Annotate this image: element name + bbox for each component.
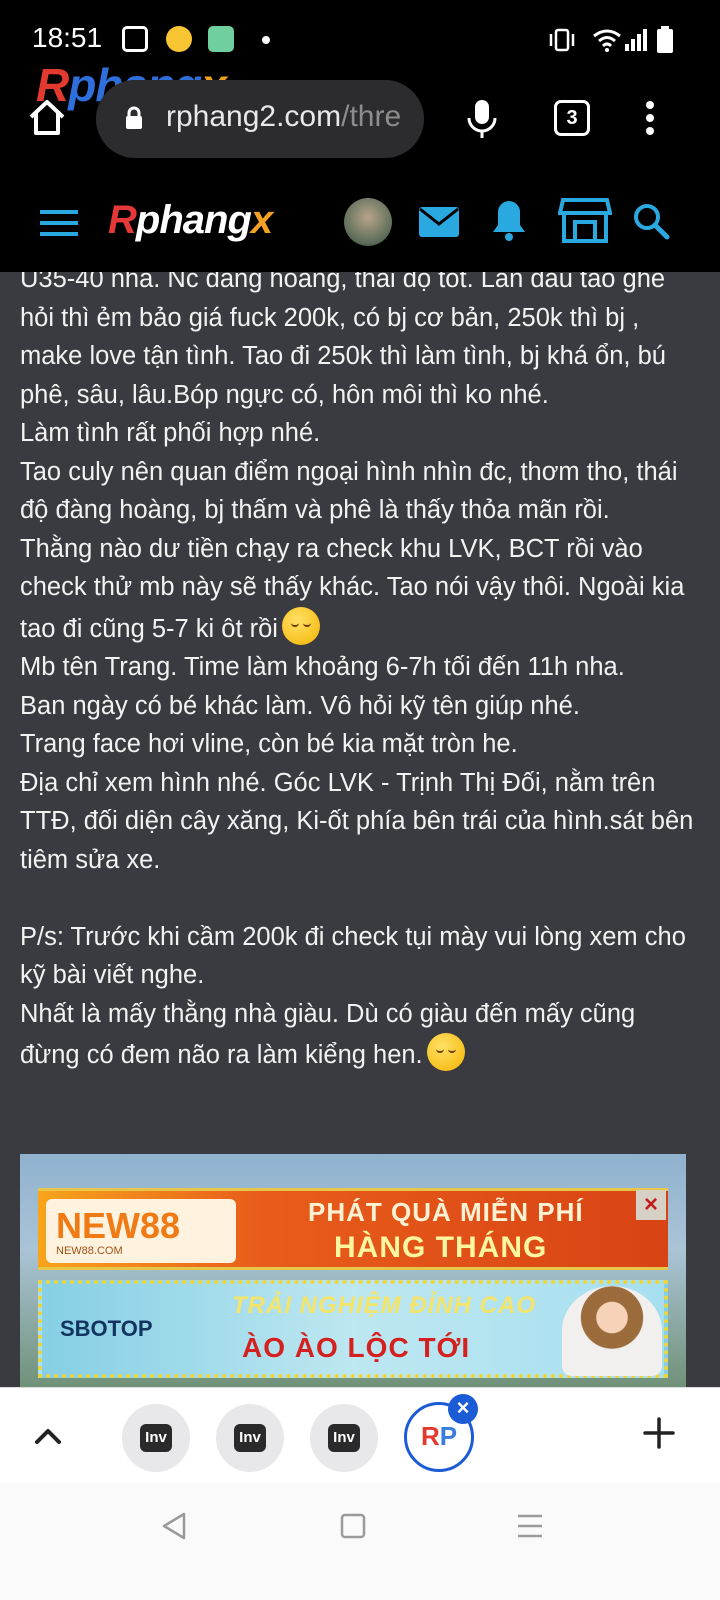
post-paragraph: Địa chỉ xem hình nhé. Góc LVK - Trịnh Th… — [20, 768, 694, 874]
lock-icon — [126, 106, 142, 129]
plus-icon[interactable] — [642, 1416, 676, 1450]
post-paragraph: P/s: Trước khi cầm 200k đi check tụi mày… — [20, 922, 686, 990]
system-navigation-bar — [0, 1483, 720, 1600]
search-icon[interactable] — [632, 202, 670, 240]
ad-close-button[interactable]: × — [636, 1190, 666, 1220]
ad-subheadline: HÀNG THÁNG — [334, 1231, 548, 1264]
store-icon[interactable] — [558, 196, 612, 244]
post-paragraph: Nhất là mấy thằng nhà giàu. Dù có giàu đ… — [20, 999, 636, 1071]
ad-brand-logo: SBOTOP — [60, 1316, 153, 1341]
post-paragraph: Tao culy nên quan điểm ngoại hình nhìn đ… — [20, 457, 678, 525]
ad-banner-sbotop[interactable]: SBOTOP TRẢI NGHIỆM ĐỈNH CAO ÀO ÀO LỘC TỚ… — [38, 1280, 668, 1378]
post-content-area: U35-40 nha. Nc đàng hoàng, thái độ tốt. … — [0, 272, 720, 1387]
back-icon[interactable] — [160, 1511, 188, 1541]
microphone-icon[interactable] — [466, 98, 498, 140]
vibrate-icon — [549, 28, 575, 52]
dot-icon — [262, 36, 270, 44]
menu-icon[interactable] — [40, 208, 78, 238]
post-body: U35-40 nha. Nc đàng hoàng, thái độ tốt. … — [20, 272, 700, 1075]
url-bar[interactable]: rphang2.com/thre — [96, 80, 424, 158]
tab-count-button[interactable]: 3 — [554, 100, 590, 136]
site-logo[interactable]: Rphangx — [108, 198, 273, 243]
chevron-up-icon[interactable] — [30, 1418, 66, 1454]
tab-thumbnail[interactable]: Inv — [216, 1404, 284, 1472]
battery-icon — [657, 26, 673, 53]
status-bar: 18:51 — [0, 18, 720, 62]
post-paragraph: U35-40 nha. Nc đàng hoàng, thái độ tốt. … — [20, 272, 666, 409]
ad-brand-logo: NEW88 NEW88.COM — [46, 1199, 236, 1263]
url-text[interactable]: rphang2.com/thre — [166, 100, 416, 134]
signal-icon — [625, 29, 647, 51]
browser-top-bar: 18:51 Rphangx rphang2.com/thre 3 Rphangx — [0, 0, 720, 272]
home-square-icon[interactable] — [340, 1513, 366, 1539]
post-image-with-ads: NEW88 NEW88.COM PHÁT QUÀ MIỄN PHÍ HÀNG T… — [20, 1154, 686, 1387]
home-icon[interactable] — [26, 96, 68, 138]
tab-favicon: Inv — [140, 1424, 172, 1452]
tab-favicon: Inv — [234, 1424, 266, 1452]
bell-icon[interactable] — [490, 198, 528, 242]
post-paragraph: Ban ngày có bé khác làm. Vô hỏi kỹ tên g… — [20, 691, 580, 720]
relieved-face-emoji-icon — [426, 1033, 465, 1071]
mail-icon[interactable] — [418, 206, 460, 238]
post-paragraph: Trang face hơi vline, còn bé kia mặt trò… — [20, 730, 518, 758]
ad-banner-new88[interactable]: NEW88 NEW88.COM PHÁT QUÀ MIỄN PHÍ HÀNG T… — [38, 1188, 668, 1270]
tab-strip: Inv Inv Inv RP × — [0, 1387, 720, 1483]
tab-thumbnail[interactable]: Inv — [310, 1404, 378, 1472]
status-time: 18:51 — [32, 22, 103, 53]
post-paragraph: Mb tên Trang. Time làm khoảng 6-7h tối đ… — [20, 653, 625, 681]
app-icon — [208, 26, 234, 52]
relieved-face-emoji-icon — [281, 606, 320, 645]
site-header: Rphangx — [0, 186, 720, 272]
post-paragraph: Thằng nào dư tiền chạy ra check khu LVK,… — [20, 534, 685, 645]
recents-icon[interactable] — [516, 1513, 544, 1539]
post-paragraph: Làm tình rất phối hợp nhé. — [20, 419, 321, 447]
chat-bubble-icon — [166, 26, 192, 52]
tab-favicon: Inv — [328, 1424, 360, 1452]
tab-thumbnail[interactable]: Inv — [122, 1404, 190, 1472]
notes-icon — [122, 26, 148, 52]
ad-headline: PHÁT QUÀ MIỄN PHÍ — [308, 1197, 584, 1227]
avatar[interactable] — [344, 198, 392, 246]
tab-favicon: RP — [421, 1421, 458, 1451]
wifi-icon — [593, 29, 621, 52]
ad-headline: TRẢI NGHIỆM ĐỈNH CAO — [232, 1292, 536, 1319]
overflow-menu-icon[interactable] — [644, 100, 656, 136]
close-tab-button[interactable]: × — [448, 1394, 478, 1424]
ad-model-image — [562, 1286, 662, 1376]
ad-subheadline: ÀO ÀO LỘC TỚI — [242, 1332, 471, 1363]
